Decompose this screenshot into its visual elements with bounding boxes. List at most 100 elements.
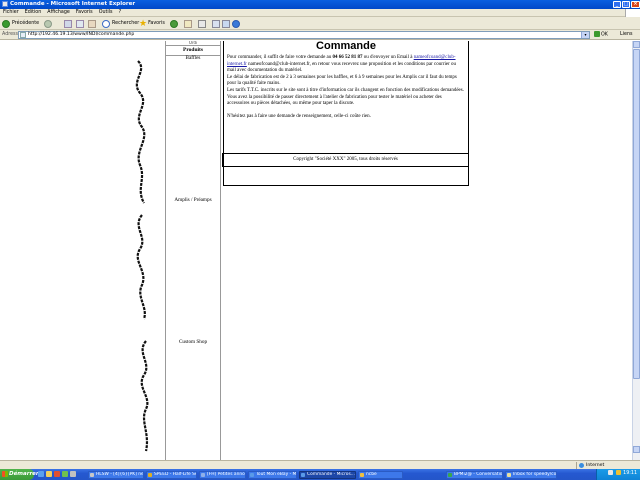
nav-link-amplis[interactable]: Amplis / Préamps [166,197,220,204]
quicklaunch-app-icon[interactable] [62,471,68,477]
menu-fichier[interactable]: Fichier [0,9,22,17]
cable-decoration-icon [135,60,149,452]
close-button[interactable]: × [631,1,640,8]
page-viewport[interactable]: Ordi Produits Baffles Amplis / Préamps C… [0,41,632,460]
quick-launch [36,471,86,478]
mail-icon [184,19,192,28]
product-nav: Ordi Produits Baffles Amplis / Préamps C… [165,41,221,460]
start-label: Démarrer [9,471,39,477]
clock: 19:11 [623,471,637,476]
taskbar-item-label: ncbe [366,472,377,477]
messenger-button[interactable] [232,19,240,28]
security-zone: Internet [576,462,630,469]
menu-edition[interactable]: Edition [22,9,45,17]
taskbar-item[interactable]: [FH] Petites annonces... [199,471,246,479]
page-title: Commande [316,41,376,52]
scroll-up-button[interactable] [633,41,640,48]
back-button[interactable]: Précédente [2,19,39,28]
url-input[interactable]: http://192.46.19.13/www/INDI/commande.ph… [18,31,590,39]
tray-volume-icon[interactable] [615,470,621,475]
taskbar: Démarrer HLSW - [4]{6}[PK] ne... SPEED - … [0,469,640,480]
windows-logo-icon [625,9,640,17]
forward-arrow-icon [44,19,52,28]
taskbar-item-label: [FH] Petites annonces... [207,472,245,477]
globe-icon [579,463,584,468]
taskbar-item[interactable]: SPEED - Half-Life Ser... [146,471,197,479]
taskbar-item-icon [360,473,364,477]
go-button[interactable]: OK [594,31,614,39]
system-tray: 19:11 [596,469,640,480]
copyright-box: Copyright "Société XXX" 2005, tous droit… [222,153,469,167]
favorites-label: Favoris [148,21,165,26]
vertical-scrollbar[interactable] [632,41,640,460]
taskbar-item-icon [250,473,254,477]
menu-help[interactable]: ? [116,9,125,17]
taskbar-item-label: HLSW - [4]{6}[PK] ne... [96,472,144,477]
taskbar-item-icon [507,473,511,477]
star-icon: ★ [139,18,148,29]
minimize-button[interactable]: _ [613,1,621,8]
taskbar-item[interactable]: ncbe [358,471,403,479]
menu-outils[interactable]: Outils [96,9,116,17]
taskbar-item-icon [448,473,452,477]
links-button[interactable]: Liens [620,30,633,40]
taskbar-item[interactable]: HLSW - [4]{6}[PK] ne... [88,471,144,479]
taskbar-item[interactable]: BPMi2@ - Conversation [446,471,503,479]
windows-flag-icon [2,471,8,477]
page-icon [20,32,26,38]
taskbar-item-label: BPMi2@ - Conversation [454,472,503,477]
home-button[interactable] [88,19,96,28]
scroll-thumb[interactable] [633,49,640,379]
search-button[interactable]: Rechercher [102,19,139,28]
start-button[interactable]: Démarrer [0,469,39,480]
taskbar-item[interactable]: Inbox for speedy/co... [505,471,557,479]
go-arrow-icon [594,31,600,37]
order-paragraph-3: Les tarifs T.T.C. inscrits sur le site s… [227,87,464,93]
stop-button[interactable] [64,19,72,28]
search-icon [102,19,110,28]
nav-link-custom-shop[interactable]: Custom Shop [166,339,220,346]
dropdown-arrow-icon[interactable]: ▾ [581,32,589,38]
stop-icon [64,19,72,28]
quicklaunch-folder-icon[interactable] [46,471,52,477]
taskbar-item-label: Commande - Micros... [307,472,355,477]
discuss-icon [222,19,230,28]
toolbar: Précédente Rechercher ★ Favoris [0,17,640,30]
mail-button[interactable] [184,19,192,28]
scroll-down-button[interactable] [633,446,640,453]
taskbar-item-icon [201,473,205,477]
quicklaunch-ie-icon[interactable] [38,471,44,477]
history-button[interactable] [170,19,178,28]
taskbar-item-label: SPEED - Half-Life Ser... [154,472,196,477]
refresh-button[interactable] [76,19,84,28]
discuss-button[interactable] [222,19,230,28]
status-bar: Internet [0,460,640,469]
taskbar-item-label: Inbox for speedy/co... [513,472,557,477]
taskbar-item[interactable]: Tout Mon eBay - Micr... [248,471,297,479]
taskbar-item-label: Tout Mon eBay - Micr... [256,472,297,477]
quicklaunch-desktop-icon[interactable] [70,471,76,477]
print-icon [198,19,206,28]
edit-button[interactable] [212,19,220,28]
maximize-button[interactable]: □ [622,1,630,8]
menu-favoris[interactable]: Favoris [73,9,96,17]
taskbar-item[interactable]: Commande - Micros... [299,471,356,479]
order-paragraph-5: N'hésitez pas à faire une demande de ren… [227,114,371,120]
nav-link-baffles[interactable]: Baffles [166,55,220,62]
print-button[interactable] [198,19,206,28]
menu-bar: Fichier Edition Affichage Favoris Outils? [0,9,640,17]
search-label: Rechercher [112,21,140,26]
forward-button[interactable] [44,19,52,28]
p1-after: nameofcoand@club-internet.fr, en retour … [227,61,457,74]
favorites-button[interactable]: ★ Favoris [139,19,165,28]
order-paragraph-2: Le délai de fabrication est de 2 à 3 sem… [227,74,457,87]
tray-network-icon[interactable] [608,470,614,475]
menu-affichage[interactable]: Affichage [44,9,73,17]
refresh-icon [76,19,84,28]
address-bar: Adresse http://192.46.19.13/www/INDI/com… [0,30,640,40]
back-label: Précédente [12,21,40,26]
window-title-bar[interactable]: Commande - Microsoft Internet Explorer _… [0,0,640,9]
quicklaunch-media-icon[interactable] [54,471,60,477]
order-text: Pour commander, il suffit de faire votre… [227,55,465,121]
p1-before: Pour commander, il suffit de faire votre… [227,55,333,60]
